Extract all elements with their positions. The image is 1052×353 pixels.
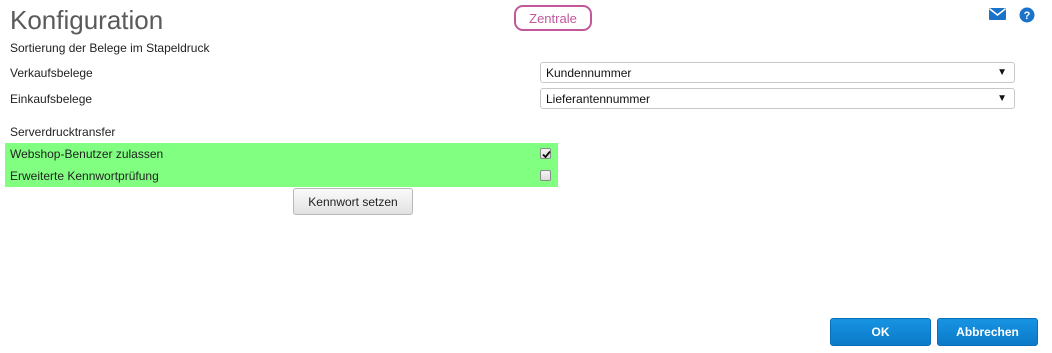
purchase-documents-label: Einkaufsbelege <box>10 92 93 106</box>
webshop-users-checkbox[interactable] <box>540 148 551 159</box>
purchase-sort-value: Lieferantennummer <box>546 91 651 106</box>
transfer-section-label: Serverdrucktransfer <box>10 125 116 139</box>
sales-sort-select[interactable]: Kundennummer ▼ <box>540 62 1015 83</box>
set-password-button[interactable]: Kennwort setzen <box>293 188 413 215</box>
sales-documents-label: Verkaufsbelege <box>10 66 93 80</box>
svg-text:?: ? <box>1024 10 1031 22</box>
dropdown-arrow-icon: ▼ <box>997 93 1007 104</box>
cancel-button[interactable]: Abbrechen <box>937 318 1038 346</box>
purchase-sort-select[interactable]: Lieferantennummer ▼ <box>540 88 1015 109</box>
sorting-section-label: Sortierung der Belege im Stapeldruck <box>10 41 210 55</box>
webshop-users-label: Webshop-Benutzer zulassen <box>10 147 164 161</box>
transfer-options: Webshop-Benutzer zulassen Erweiterte Ken… <box>5 143 558 187</box>
page-title: Konfiguration <box>10 5 164 35</box>
sales-sort-value: Kundennummer <box>546 65 632 80</box>
ok-button[interactable]: OK <box>830 318 931 346</box>
extended-password-check-row: Erweiterte Kennwortprüfung <box>5 165 558 187</box>
help-icon[interactable]: ? <box>1019 7 1035 23</box>
dropdown-arrow-icon: ▼ <box>997 67 1007 78</box>
webshop-users-row: Webshop-Benutzer zulassen <box>5 143 558 165</box>
extended-password-check-checkbox[interactable] <box>540 170 551 181</box>
extended-password-check-label: Erweiterte Kennwortprüfung <box>10 169 159 183</box>
mail-icon[interactable] <box>989 7 1006 20</box>
tenant-chip[interactable]: Zentrale <box>514 5 592 31</box>
